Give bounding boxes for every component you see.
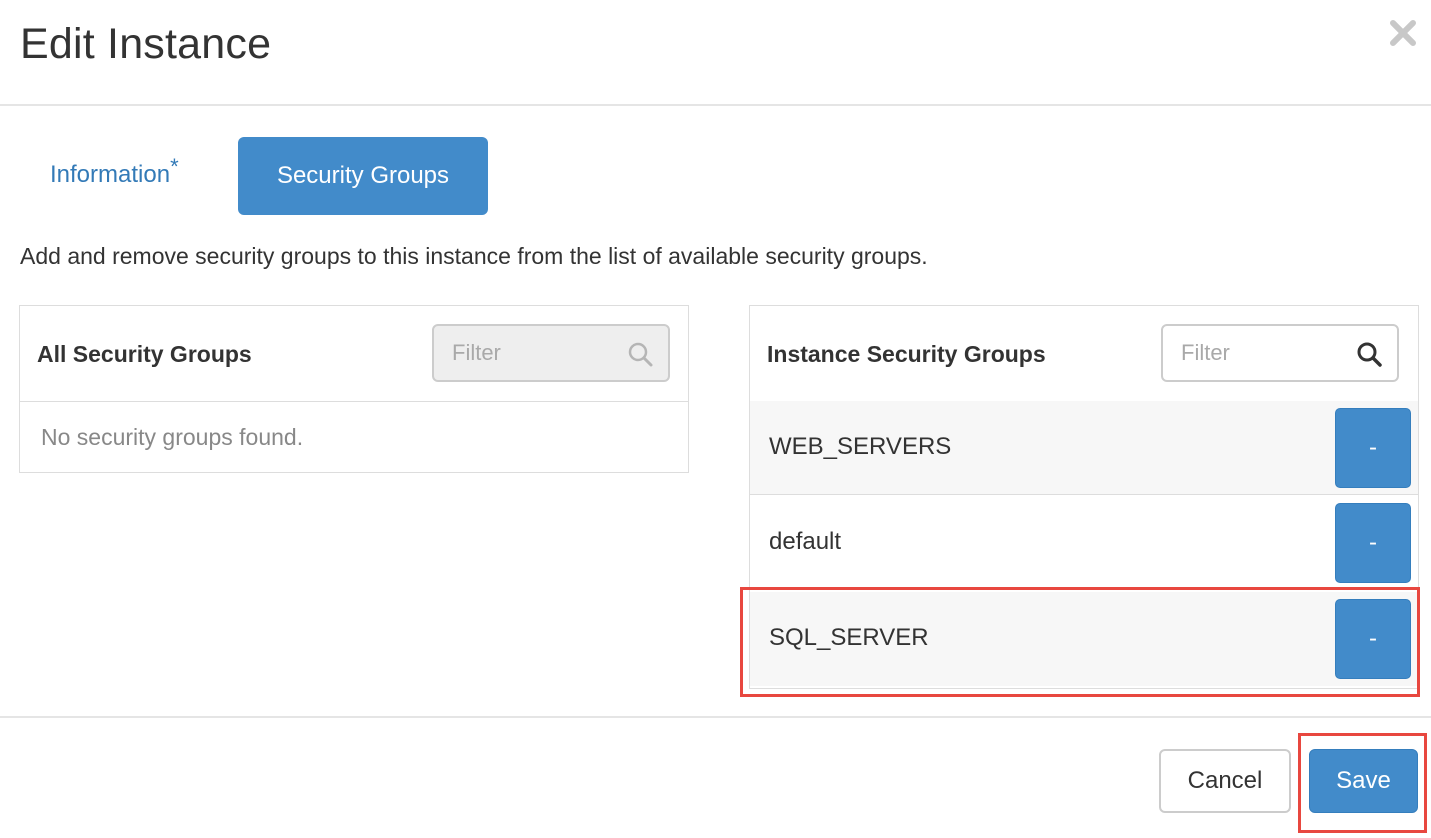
all-security-groups-filter bbox=[432, 324, 670, 382]
footer-divider bbox=[0, 716, 1431, 718]
required-asterisk: * bbox=[170, 154, 179, 179]
tab-security-groups-label: Security Groups bbox=[276, 162, 450, 189]
instance-security-groups-header: Instance Security Groups bbox=[750, 306, 1418, 402]
security-group-name: default bbox=[769, 528, 842, 555]
modal-title: Edit Instance bbox=[20, 20, 272, 68]
empty-state-message: No security groups found. bbox=[41, 424, 304, 450]
search-icon[interactable] bbox=[1355, 340, 1383, 368]
search-icon bbox=[626, 340, 654, 368]
cancel-button[interactable]: Cancel bbox=[1159, 749, 1291, 813]
description-text: Add and remove security groups to this i… bbox=[20, 243, 928, 269]
remove-security-group-button[interactable]: - bbox=[1335, 599, 1411, 679]
all-security-groups-header: All Security Groups bbox=[20, 306, 688, 402]
save-button[interactable]: Save bbox=[1309, 749, 1418, 813]
all-security-groups-panel: All Security Groups No security groups f… bbox=[19, 305, 689, 473]
close-icon[interactable] bbox=[1386, 16, 1420, 50]
instance-security-groups-panel: Instance Security Groups WEB_SERVERS - d… bbox=[749, 305, 1419, 689]
remove-security-group-button[interactable]: - bbox=[1335, 408, 1411, 488]
tab-security-groups[interactable]: Security Groups bbox=[238, 137, 488, 215]
tab-information-label: Information bbox=[50, 161, 171, 188]
security-group-row: default - bbox=[750, 496, 1418, 590]
security-group-name: SQL_SERVER bbox=[769, 624, 929, 651]
all-security-groups-filter-input bbox=[452, 326, 612, 380]
instance-security-groups-title: Instance Security Groups bbox=[767, 341, 1046, 367]
tab-information[interactable]: Information * bbox=[50, 154, 179, 193]
security-group-row: WEB_SERVERS - bbox=[750, 401, 1418, 495]
security-group-row: SQL_SERVER - bbox=[750, 592, 1418, 686]
remove-security-group-button[interactable]: - bbox=[1335, 503, 1411, 583]
security-group-name: WEB_SERVERS bbox=[769, 433, 952, 460]
modal-header: Edit Instance bbox=[0, 0, 1431, 106]
instance-security-groups-filter-input[interactable] bbox=[1181, 326, 1341, 380]
instance-security-groups-filter[interactable] bbox=[1161, 324, 1399, 382]
all-security-groups-title: All Security Groups bbox=[37, 341, 252, 367]
